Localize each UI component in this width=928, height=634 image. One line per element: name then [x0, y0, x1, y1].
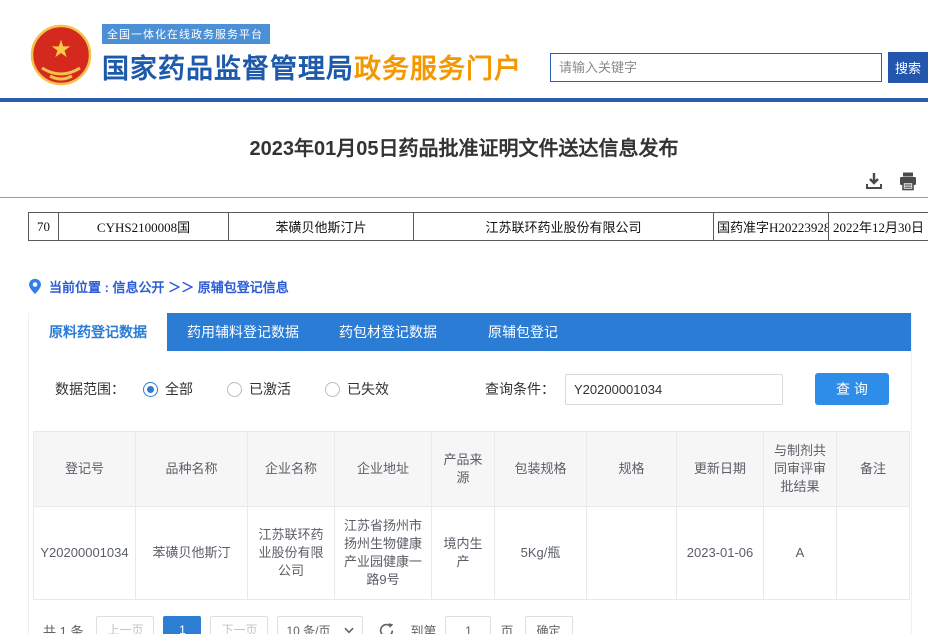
page-1-button[interactable]: 1 [163, 616, 201, 634]
header-divider-bar [0, 98, 928, 102]
table-row: Y20200001034 苯磺贝他斯汀 江苏联环药业股份有限公司 江苏省扬州市扬… [34, 507, 910, 600]
radio-activated-label: 已激活 [249, 379, 291, 399]
page-size-value: 10 条/页 [286, 622, 330, 634]
logo-text: 全国一体化在线政务服务平台 国家药品监督管理局政务服务门户 [102, 24, 522, 86]
row-index-cell: 70 [29, 213, 59, 241]
acceptance-no-cell: CYHS2100008国 [59, 213, 229, 241]
header-search: 搜索 [550, 52, 928, 83]
date-cell: 2022年12月30日 [829, 213, 928, 241]
approval-no-cell: 国药准字H20223928 [714, 213, 829, 241]
breadcrumb-text: 当前位置 : 信息公开 ＞＞ 原辅包登记信息 [49, 277, 289, 296]
radio-activated[interactable]: 已激活 [227, 379, 291, 399]
table-header-row: 登记号 品种名称 企业名称 企业地址 产品来源 包装规格 规格 更新日期 与制剂… [34, 432, 910, 507]
col-remarks: 备注 [837, 432, 910, 507]
radio-all[interactable]: 全部 [143, 379, 193, 399]
national-emblem-logo: ★ [30, 24, 92, 86]
col-joint-review-result: 与制剂共同审评审批结果 [764, 432, 837, 507]
tab-raw-excipient-packaging[interactable]: 原辅包登记 [457, 313, 589, 351]
breadcrumb: 当前位置 : 信息公开 ＞＞ 原辅包登记信息 [28, 277, 928, 296]
location-pin-icon [28, 278, 42, 295]
col-company-address: 企业地址 [335, 432, 432, 507]
radio-expired-label: 已失效 [347, 379, 389, 399]
col-company-name: 企业名称 [248, 432, 335, 507]
cell-variety-name: 苯磺贝他斯汀 [136, 507, 248, 600]
document-toolbar [0, 161, 928, 197]
query-condition-input[interactable] [565, 374, 783, 405]
platform-badge: 全国一体化在线政务服务平台 [102, 24, 270, 44]
cell-company-name: 江苏联环药业股份有限公司 [248, 507, 335, 600]
col-variety-name: 品种名称 [136, 432, 248, 507]
download-icon[interactable] [864, 171, 884, 191]
company-cell: 江苏联环药业股份有限公司 [414, 213, 714, 241]
search-input[interactable] [550, 53, 882, 82]
filter-row: 数据范围： 全部 已激活 已失效 查询条件： 查 询 [29, 351, 911, 423]
radio-expired-circle[interactable] [325, 382, 340, 397]
col-product-source: 产品来源 [432, 432, 495, 507]
radio-activated-circle[interactable] [227, 382, 242, 397]
scope-radio-group: 全部 已激活 已失效 [143, 379, 389, 399]
query-condition-label: 查询条件： [485, 379, 555, 399]
site-name: 国家药品监督管理局 [102, 54, 354, 84]
page-title: 2023年01月05日药品批准证明文件送达信息发布 [0, 132, 928, 161]
cell-product-source: 境内生产 [432, 507, 495, 600]
table-row: 70 CYHS2100008国 苯磺贝他斯汀片 江苏联环药业股份有限公司 国药准… [29, 213, 928, 241]
section-divider [0, 197, 928, 198]
cell-registration-no: Y20200001034 [34, 507, 136, 600]
svg-text:★: ★ [50, 36, 72, 63]
tab-excipient-data[interactable]: 药用辅料登记数据 [167, 313, 319, 351]
site-title: 国家药品监督管理局政务服务门户 [102, 47, 522, 86]
print-icon[interactable] [898, 171, 918, 191]
delivery-table-fragment: 70 CYHS2100008国 苯磺贝他斯汀片 江苏联环药业股份有限公司 国药准… [28, 212, 928, 241]
site-suffix: 政务服务门户 [354, 54, 522, 84]
tab-bar: 原料药登记数据 药用辅料登记数据 药包材登记数据 原辅包登记 [29, 313, 911, 351]
col-spec: 规格 [587, 432, 677, 507]
chevron-down-icon [344, 627, 354, 634]
cell-spec [587, 507, 677, 600]
goto-page-input[interactable] [445, 616, 491, 634]
search-button[interactable]: 搜索 [888, 52, 928, 83]
pagination-total: 共 1 条 [43, 621, 83, 634]
cell-company-address: 江苏省扬州市扬州生物健康产业园健康一路9号 [335, 507, 432, 600]
confirm-button[interactable]: 确定 [525, 616, 573, 634]
tab-raw-material-data[interactable]: 原料药登记数据 [29, 313, 167, 351]
radio-expired[interactable]: 已失效 [325, 379, 389, 399]
drug-name-cell: 苯磺贝他斯汀片 [229, 213, 414, 241]
page-size-select[interactable]: 10 条/页 [277, 616, 363, 634]
radio-all-circle[interactable] [143, 382, 158, 397]
scope-label: 数据范围： [55, 379, 125, 399]
pagination: 共 1 条 上一页 1 下一页 10 条/页 到第 页 确定 [29, 600, 911, 634]
cell-update-date: 2023-01-06 [677, 507, 764, 600]
cell-package-spec: 5Kg/瓶 [495, 507, 587, 600]
radio-all-label: 全部 [165, 379, 193, 399]
query-button[interactable]: 查 询 [815, 373, 889, 405]
tab-packaging-material-data[interactable]: 药包材登记数据 [319, 313, 457, 351]
refresh-icon[interactable] [378, 622, 395, 634]
prev-page-button[interactable]: 上一页 [96, 616, 154, 634]
goto-label: 到第 [410, 621, 436, 634]
registration-panel: 原料药登记数据 药用辅料登记数据 药包材登记数据 原辅包登记 数据范围： 全部 … [28, 313, 912, 634]
cell-joint-review-result: A [764, 507, 837, 600]
goto-unit: 页 [500, 621, 513, 634]
cell-remarks [837, 507, 910, 600]
registration-data-table: 登记号 品种名称 企业名称 企业地址 产品来源 包装规格 规格 更新日期 与制剂… [33, 431, 910, 600]
col-registration-no: 登记号 [34, 432, 136, 507]
logo-wrap: ★ 全国一体化在线政务服务平台 国家药品监督管理局政务服务门户 [30, 24, 522, 86]
next-page-button[interactable]: 下一页 [210, 616, 268, 634]
site-header: ★ 全国一体化在线政务服务平台 国家药品监督管理局政务服务门户 搜索 [0, 0, 928, 98]
col-package-spec: 包装规格 [495, 432, 587, 507]
col-update-date: 更新日期 [677, 432, 764, 507]
